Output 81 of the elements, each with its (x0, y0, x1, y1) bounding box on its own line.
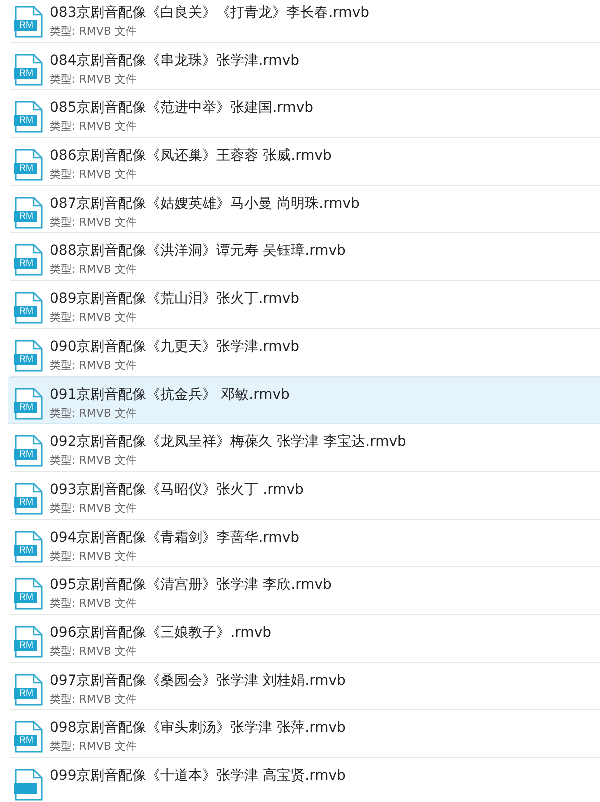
file-item[interactable]: RM 089京剧音配像《荒山泪》张火丁.rmvb 类型: RMVB 文件 (10, 281, 600, 329)
file-name: 087京剧音配像《姑嫂英雄》马小曼 尚明珠.rmvb (50, 194, 360, 213)
file-type: 类型: RMVB 文件 (50, 644, 138, 660)
icon-label: RM (18, 210, 34, 222)
icon-label: RM (18, 735, 34, 746)
file-type: 类型: RMVB 文件 (50, 167, 138, 184)
file-name: 091京剧音配像《抗金兵》 邓敏.rmvb (50, 386, 290, 404)
file-type: 类型: RMVB 文件 (50, 692, 138, 708)
file-type: 类型: RMVB 文件 (50, 500, 138, 517)
file-icon (14, 101, 44, 134)
icon-label: RM (18, 640, 34, 651)
file-name: 085京剧音配像《范进中举》张建国.rmvb (50, 99, 314, 118)
file-name: 098京剧音配像《审头刺汤》张学津 张萍.rmvb (50, 719, 346, 738)
file-name: 094京剧音配像《青霜剑》李蔷华.rmvb (50, 528, 300, 547)
file-type: 类型: RMVB 文件 (50, 214, 138, 231)
icon-label: RM (18, 68, 34, 79)
file-type: 类型: RMVB 文件 (50, 739, 138, 756)
file-name: 099京剧音配像《十道本》张学津 高宝贤.rmvb (50, 767, 346, 785)
file-type: 类型: RMVB 文件 (50, 596, 138, 612)
file-type: 类型: RMVB 文件 (50, 24, 138, 40)
file-item[interactable]: RM 095京剧音配像《清宫册》张学津 李欣.rmvb 类型: RMVB 文件 (10, 567, 600, 615)
icon-label: RM (18, 688, 34, 699)
file-type: 类型: RMVB 文件 (50, 358, 138, 374)
file-name: 084京剧音配像《串龙珠》张学津.rmvb (50, 52, 300, 70)
icon-label: RM (18, 115, 34, 126)
file-icon (14, 482, 44, 515)
file-icon (14, 6, 44, 38)
file-type: 类型: RMVB 文件 (50, 406, 138, 422)
file-type: 类型: RMVB 文件 (50, 310, 138, 326)
file-type: 类型: RMVB 文件 (50, 262, 138, 278)
file-type: 类型: RMVB 文件 (50, 72, 138, 88)
file-item[interactable]: 099京剧音配像《十道本》张学津 高宝贤.rmvb (10, 758, 600, 802)
file-name: 097京剧音配像《桑园会》张学津 刘桂娟.rmvb (50, 672, 346, 690)
file-name: 083京剧音配像《白良关》《打青龙》李长春.rmvb (50, 4, 370, 22)
icon-label: RM (18, 544, 34, 556)
file-name: 089京剧音配像《荒山泪》张火丁.rmvb (50, 290, 300, 308)
file-icon (14, 721, 44, 754)
icon-label: RM (18, 20, 34, 31)
file-icon (14, 578, 44, 610)
file-item[interactable]: RM 096京剧音配像《三娘教子》.rmvb 类型: RMVB 文件 (10, 614, 600, 663)
file-item[interactable]: RM 085京剧音配像《范进中举》张建国.rmvb 类型: RMVB 文件 (10, 90, 600, 138)
file-icon (14, 292, 44, 324)
file-item[interactable]: RM 086京剧音配像《凤还巢》王蓉蓉 张威.rmvb 类型: RMVB 文件 (10, 138, 600, 186)
file-name: 088京剧音配像《洪洋洞》谭元寿 吴钰璋.rmvb (50, 242, 346, 260)
file-item[interactable]: RM 092京剧音配像《龙凤呈祥》梅葆久 张学津 李宝达.rmvb 类型: RMVB 文件 (10, 424, 600, 472)
file-icon (14, 388, 44, 420)
file-name: 095京剧音配像《清宫册》张学津 李欣.rmvb (50, 576, 332, 594)
file-item[interactable]: RM 087京剧音配像《姑嫂英雄》马小曼 尚明珠.rmvb 类型: RMVB 文件 (10, 186, 600, 234)
icon-label: RM (18, 258, 34, 270)
file-icon (14, 626, 44, 658)
file-name: 093京剧音配像《马昭仪》张火丁 .rmvb (50, 480, 304, 499)
icon-label: RM (18, 592, 34, 604)
icon-label: RM (18, 306, 34, 318)
icon-label: RM (18, 449, 34, 460)
file-icon (14, 149, 44, 182)
file-name: 092京剧音配像《龙凤呈祥》梅葆久 张学津 李宝达.rmvb (50, 433, 406, 452)
file-item[interactable]: RM 091京剧音配像《抗金兵》 邓敏.rmvb 类型: RMVB 文件 (8, 376, 600, 424)
icon-label: RM (18, 496, 34, 508)
file-icon (14, 674, 44, 706)
file-type: 类型: RMVB 文件 (50, 453, 138, 470)
file-icon (14, 340, 44, 372)
file-icon (14, 435, 44, 468)
icon-label: RM (18, 354, 34, 365)
icon-label: RM (18, 402, 34, 412)
file-icon (14, 54, 44, 86)
file-name: 086京剧音配像《凤还巢》王蓉蓉 张威.rmvb (50, 147, 332, 166)
file-item[interactable]: RM 083京剧音配像《白良关》《打青龙》李长春.rmvb 类型: RMVB 文件 (10, 0, 600, 43)
icon-label: RM (18, 163, 34, 174)
file-item[interactable]: RM 088京剧音配像《洪洋洞》谭元寿 吴钰璋.rmvb 类型: RMVB 文件 (10, 233, 600, 282)
file-item[interactable]: RM 084京剧音配像《串龙珠》张学津.rmvb 类型: RMVB 文件 (10, 42, 600, 90)
file-item[interactable]: RM 094京剧音配像《青霜剑》李蔷华.rmvb 类型: RMVB 文件 (10, 520, 600, 568)
file-item[interactable]: RM 098京剧音配像《审头刺汤》张学津 张萍.rmvb 类型: RMVB 文件 (10, 710, 600, 758)
file-icon (14, 196, 44, 229)
file-item[interactable]: RM 097京剧音配像《桑园会》张学津 刘桂娟.rmvb 类型: RMVB 文件 (10, 662, 600, 710)
file-item[interactable]: RM 093京剧音配像《马昭仪》张火丁 .rmvb 类型: RMVB 文件 (10, 472, 600, 520)
file-icon (14, 530, 44, 563)
file-name: 096京剧音配像《三娘教子》.rmvb (50, 624, 272, 642)
file-type: 类型: RMVB 文件 (50, 548, 138, 565)
file-icon (14, 244, 44, 276)
file-name: 090京剧音配像《九更天》张学津.rmvb (50, 338, 300, 356)
file-type: 类型: RMVB 文件 (50, 119, 138, 136)
